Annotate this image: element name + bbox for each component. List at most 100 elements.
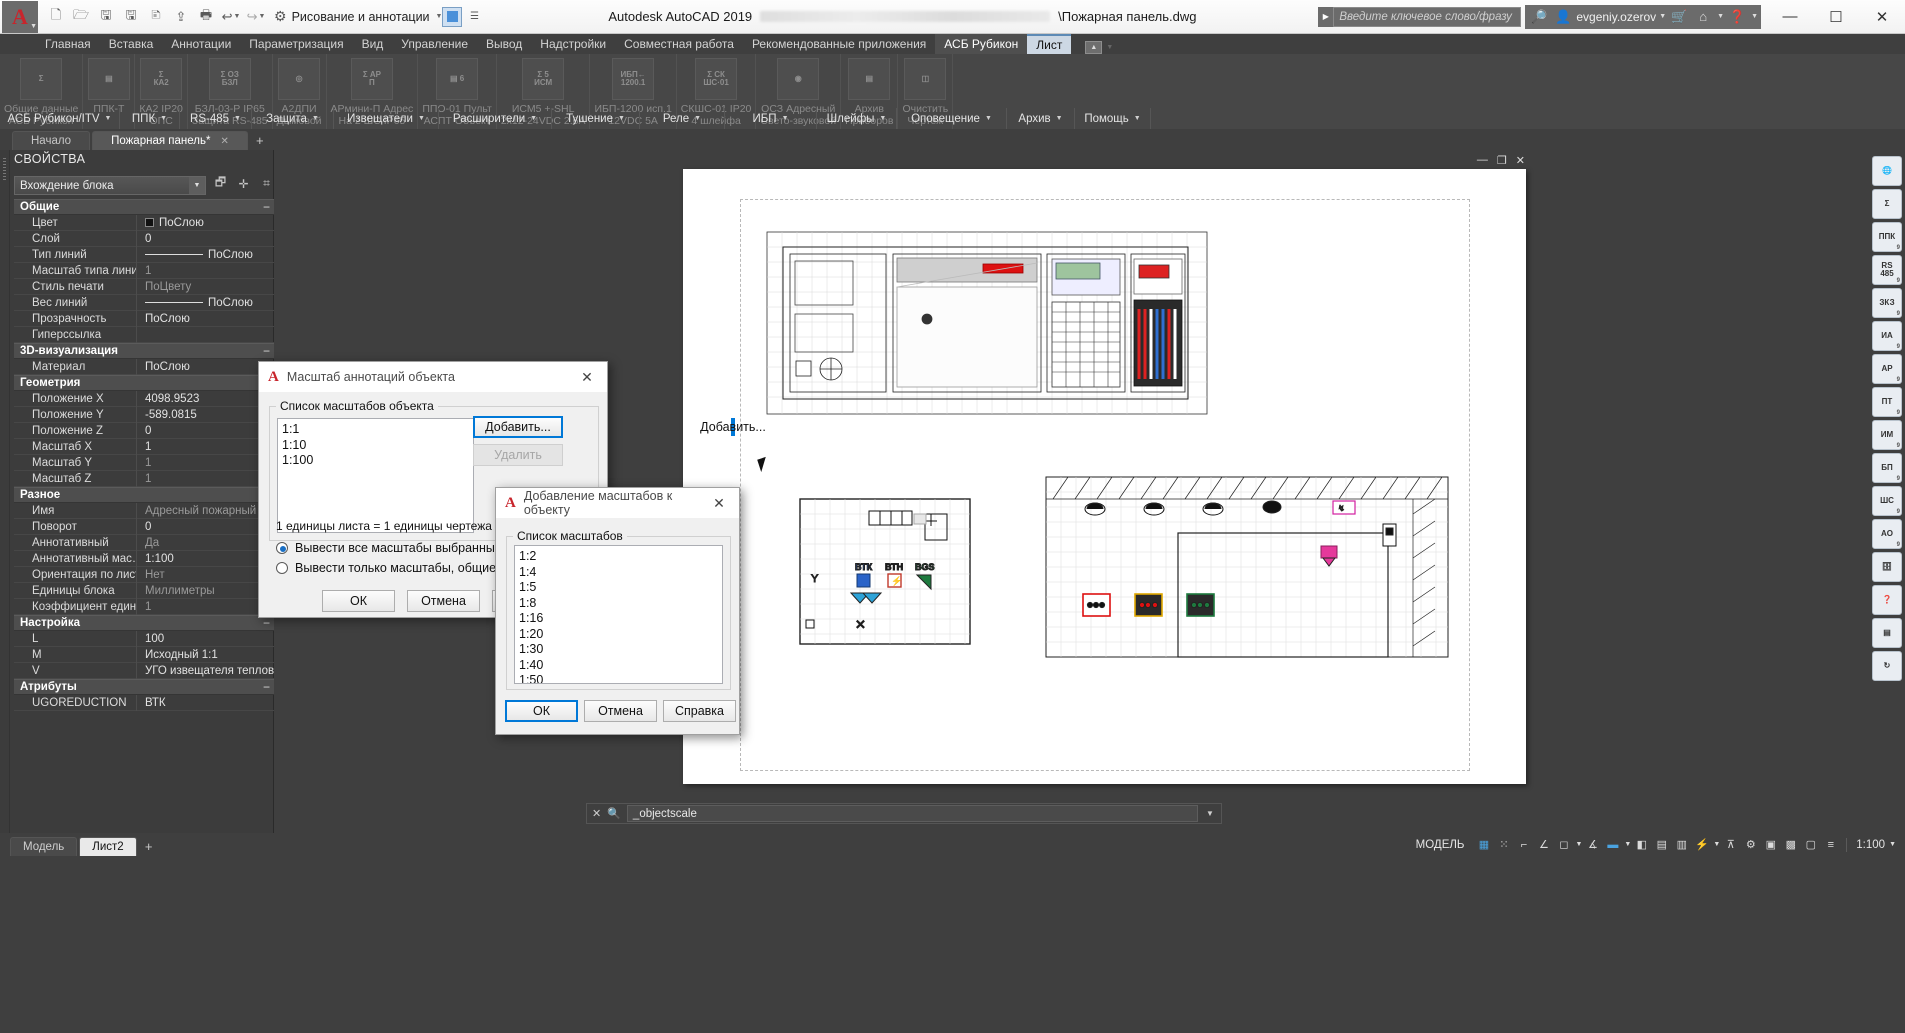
object-scale-listbox[interactable]: 1:1 1:10 1:100 (277, 418, 474, 533)
archive-tool-icon[interactable]: 🗄 (1872, 552, 1902, 582)
property-value[interactable]: 4098.9523 (136, 390, 274, 407)
panel-title-9[interactable]: Шлейфы ▼ (817, 108, 897, 129)
hardware-accel-icon[interactable]: ▩ (1781, 835, 1800, 854)
scale-list-item[interactable]: 1:16 (519, 611, 722, 627)
autodesk-app-icon[interactable]: ⌂ (1692, 6, 1714, 28)
property-row[interactable]: Стиль печати ПоЦвету (14, 278, 274, 295)
ribbon-tab-11[interactable]: Лист (1027, 34, 1072, 54)
grid-icon[interactable]: ▦ (1474, 835, 1493, 854)
panel-title-6[interactable]: Тушение ▼ (552, 108, 640, 129)
scale-list-item[interactable]: 1:30 (519, 642, 722, 658)
collapse-icon[interactable]: − (263, 617, 270, 629)
doc-restore-button[interactable]: ❐ (1497, 154, 1507, 167)
property-row[interactable]: Прозрачность ПоСлою (14, 310, 274, 327)
new-tab-button[interactable]: + (250, 131, 270, 150)
cancel-button[interactable]: Отмена (407, 590, 480, 612)
ribbon-collapse-icon[interactable]: ▲ (1085, 41, 1103, 54)
property-group-5[interactable]: Атрибуты − (14, 679, 274, 695)
binoculars-icon[interactable]: 🔎 (1528, 6, 1550, 28)
scale-list-item[interactable]: 1:8 (519, 596, 722, 612)
ortho-icon[interactable]: ⌐ (1514, 835, 1533, 854)
property-value[interactable]: 1 (136, 598, 274, 615)
annotation-scale-icon[interactable]: ⊼ (1721, 835, 1740, 854)
radio-button-icon[interactable] (276, 542, 288, 554)
help-tool-icon[interactable]: ❓ (1872, 585, 1902, 615)
help-button[interactable]: Справка (663, 700, 736, 722)
property-row[interactable]: Положение Y -589.0815 (14, 406, 274, 423)
delete-button[interactable]: Удалить (473, 444, 563, 466)
property-value[interactable]: 0 (136, 518, 274, 535)
chevron-down-icon[interactable]: ▼ (1624, 841, 1631, 848)
property-row[interactable]: Тип линий ПоСлою (14, 246, 274, 263)
help-icon[interactable]: ❓ (1726, 6, 1748, 28)
osnap-icon[interactable]: ◻ (1554, 835, 1573, 854)
close-button[interactable]: ✕ (1859, 1, 1905, 33)
im-tool-icon[interactable]: ИМ 9 (1872, 420, 1902, 450)
snap-icon[interactable]: ⁙ (1494, 835, 1513, 854)
doc-close-button[interactable]: ✕ (1516, 154, 1525, 167)
chevron-down-icon[interactable]: ▼ (1713, 841, 1720, 848)
ribbon-tab-2[interactable]: Аннотации (162, 34, 240, 54)
lineweight-icon[interactable]: ▬ (1603, 835, 1622, 854)
new-file-icon[interactable]: 🗋 (44, 5, 68, 29)
property-row[interactable]: Масштаб типа линий 1 (14, 262, 274, 279)
ribbon-tab-5[interactable]: Управление (392, 34, 477, 54)
palette-grip[interactable] (0, 150, 10, 833)
chevron-down-icon[interactable]: ▼ (1575, 841, 1582, 848)
property-value[interactable]: Исходный 1:1 (136, 646, 274, 663)
property-row[interactable]: L 100 (14, 630, 274, 647)
undo-icon[interactable]: ↩ ▼ (219, 5, 243, 29)
property-value[interactable]: Адресный пожарный изв… (136, 502, 274, 519)
panel-title-7[interactable]: Реле ▼ (640, 108, 725, 129)
property-row[interactable]: Коэффициент един… 1 (14, 598, 274, 615)
ribbon-tab-3[interactable]: Параметризация (240, 34, 352, 54)
ribbon-tab-8[interactable]: Совместная работа (615, 34, 743, 54)
command-line[interactable]: ✕ 🔍 _objectscale ▼ (586, 803, 1222, 824)
radio-button-icon[interactable] (276, 562, 288, 574)
panel-title-11[interactable]: Архив ▼ (1007, 108, 1075, 129)
ribbon-tab-10[interactable]: АСБ Рубикон (935, 34, 1028, 54)
property-row[interactable]: Аннотативный мас… 1:100 (14, 550, 274, 567)
minimize-button[interactable]: — (1767, 1, 1813, 33)
property-row[interactable]: Имя Адресный пожарный изв… (14, 502, 274, 519)
close-icon[interactable]: ✕ (220, 136, 228, 147)
property-value[interactable]: ПоСлою (136, 310, 274, 327)
property-row[interactable]: Ориентация по листу Нет (14, 566, 274, 583)
cloud-sync-icon[interactable]: ⇪ (169, 5, 193, 29)
scale-list-item[interactable]: 1:100 (282, 453, 473, 469)
sigma-tool-icon[interactable]: Σ (1872, 189, 1902, 219)
property-row[interactable]: Масштаб Y 1 (14, 454, 274, 471)
model-space-label[interactable]: МОДЕЛЬ (1408, 839, 1473, 851)
property-value[interactable]: 1 (136, 262, 274, 279)
property-group-4[interactable]: Настройка − (14, 615, 274, 631)
ribbon-minimize-control[interactable]: ▲ ▼ (1085, 41, 1113, 54)
property-value[interactable]: УГО извещателя теплово… (136, 662, 274, 679)
transparency-icon[interactable]: ◧ (1632, 835, 1651, 854)
panel-title-2[interactable]: RS-485 ▼ (180, 108, 252, 129)
add-button[interactable]: Добавить... (473, 416, 563, 438)
redo-icon[interactable]: ↪ ▼ (244, 5, 268, 29)
layout-tab-1[interactable]: Лист2 (79, 836, 137, 856)
scale-list-item[interactable]: 1:5 (519, 580, 722, 596)
property-row[interactable]: Единицы блока Миллиметры (14, 582, 274, 599)
property-value[interactable]: 1 (136, 470, 274, 487)
export-icon[interactable]: 🗈 (144, 5, 168, 29)
property-value[interactable]: 1 (136, 438, 274, 455)
search-icon[interactable]: 🔍 (607, 807, 621, 820)
workspace-settings-button[interactable] (442, 6, 463, 27)
zkz-tool-icon[interactable]: ЗКЗ 9 (1872, 288, 1902, 318)
file-tab-1[interactable]: Пожарная панель* ✕ (92, 131, 248, 150)
cart-icon[interactable]: 🛒 (1668, 6, 1690, 28)
property-row[interactable]: Положение Z 0 (14, 422, 274, 439)
collapse-icon[interactable]: − (263, 681, 270, 693)
property-value[interactable]: ПоСлою (136, 358, 274, 375)
panel-title-8[interactable]: ИБП ▼ (725, 108, 817, 129)
select-objects-icon[interactable]: ✛ (235, 175, 252, 192)
ribbon-tab-7[interactable]: Надстройки (531, 34, 615, 54)
customization-icon[interactable]: ≡ (1821, 835, 1840, 854)
add-scale-button[interactable]: Добавить... (700, 418, 766, 436)
application-menu-button[interactable]: A ▼ (2, 0, 38, 33)
selection-cycling-icon[interactable]: ▤ (1652, 835, 1671, 854)
property-group-2[interactable]: Геометрия− (14, 375, 274, 391)
viewport-icon[interactable]: ▣ (1761, 835, 1780, 854)
